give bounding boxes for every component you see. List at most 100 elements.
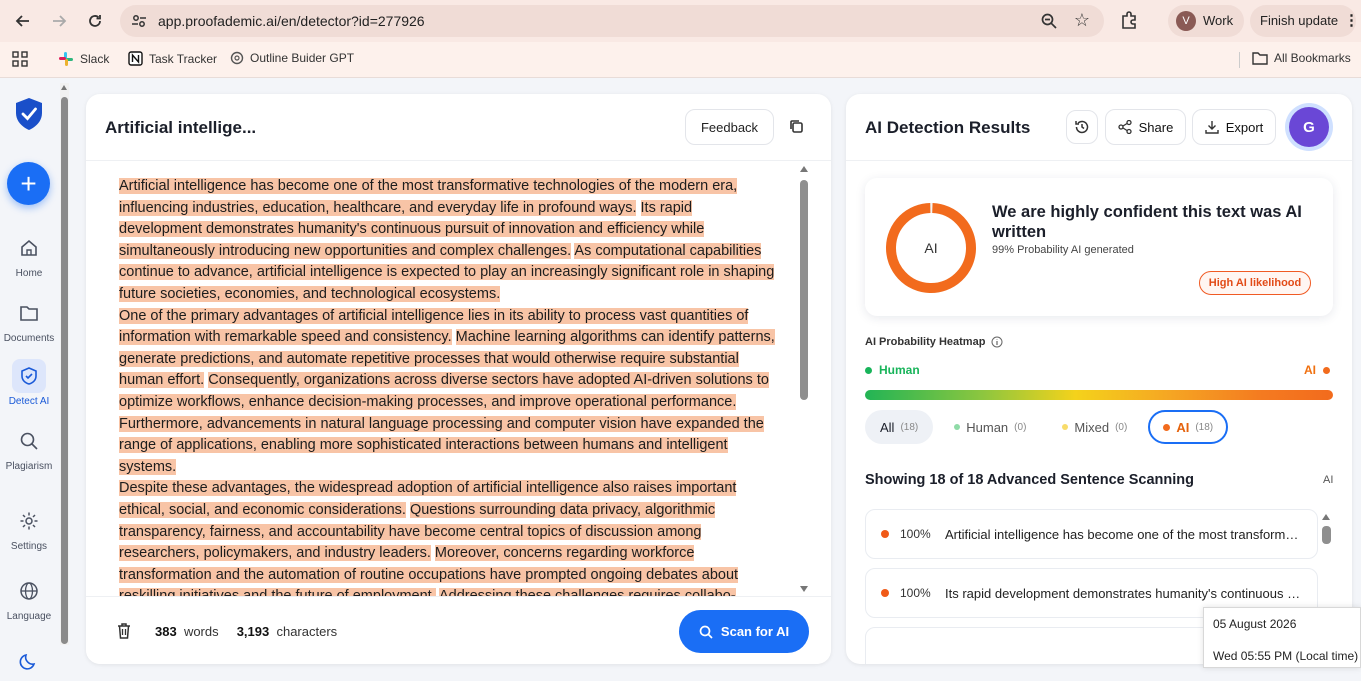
download-icon bbox=[1205, 121, 1219, 134]
gear-icon bbox=[12, 504, 46, 538]
info-icon[interactable] bbox=[991, 336, 1003, 348]
sidebar-item-plagiarism[interactable]: Plagiarism bbox=[0, 424, 58, 472]
tab-count: (18) bbox=[900, 421, 919, 433]
scan-for-ai-button[interactable]: Scan for AI bbox=[679, 610, 809, 653]
clock-popup: 05 August 2026 Wed 05:55 PM (Local time) bbox=[1203, 607, 1361, 668]
scrollbar-thumb[interactable] bbox=[1322, 526, 1331, 544]
likelihood-badge: High AI likelihood bbox=[1199, 271, 1311, 295]
browser-toolbar: app.proofademic.ai/en/detector?id=277926… bbox=[0, 0, 1361, 42]
profile-chip[interactable]: V Work bbox=[1168, 5, 1244, 37]
copy-icon[interactable] bbox=[786, 116, 808, 138]
showing-count: Showing 18 of 18 Advanced Sentence Scann… bbox=[865, 472, 1195, 488]
feedback-button[interactable]: Feedback bbox=[685, 109, 774, 145]
page-scrollbar[interactable] bbox=[60, 83, 69, 645]
sentence-text: Artificial intelligence has become one o… bbox=[945, 526, 1303, 542]
tab-human[interactable]: Human (0) bbox=[939, 410, 1041, 444]
apps-grid-icon[interactable] bbox=[12, 51, 28, 67]
document-title[interactable]: Artificial intellige... bbox=[105, 118, 256, 138]
sentence-item[interactable]: 100% Artificial intelligence has become … bbox=[865, 509, 1318, 559]
sidebar-item-home[interactable]: Home bbox=[0, 231, 58, 279]
sidebar-item-settings[interactable]: Settings bbox=[0, 504, 58, 552]
export-label: Export bbox=[1225, 119, 1264, 135]
zoom-icon[interactable] bbox=[1040, 12, 1058, 35]
tab-label: AI bbox=[1176, 419, 1190, 435]
finish-update-button[interactable]: Finish update ⋮ bbox=[1250, 5, 1359, 37]
scrollbar-thumb[interactable] bbox=[61, 97, 68, 644]
reload-icon[interactable] bbox=[82, 8, 108, 34]
sidebar-item-detect-ai[interactable]: Detect AI bbox=[0, 359, 58, 407]
app-sidebar: + Home Documents Detect AI Plagiarism Se… bbox=[0, 79, 58, 670]
url-text[interactable]: app.proofademic.ai/en/detector?id=277926 bbox=[158, 13, 425, 29]
slack-icon bbox=[59, 52, 73, 66]
showing-tag: AI bbox=[1323, 474, 1334, 486]
document-text-area[interactable]: Artificial intelligence has become one o… bbox=[119, 176, 779, 596]
filter-tabs: All (18) Human (0) Mixed (0) AI (18) bbox=[865, 410, 1229, 444]
scroll-down-arrow[interactable] bbox=[800, 586, 808, 592]
app-logo-shield-icon[interactable] bbox=[14, 97, 44, 136]
confidence-headline: We are highly confident this text was AI… bbox=[992, 203, 1302, 241]
heatmap-human-text: Human bbox=[879, 363, 920, 377]
bookmark-task-tracker[interactable]: Task Tracker bbox=[128, 51, 217, 66]
share-button[interactable]: Share bbox=[1105, 109, 1186, 145]
more-menu-icon[interactable]: ⋮ bbox=[1344, 11, 1359, 29]
forward-icon[interactable] bbox=[46, 8, 72, 34]
ai-dot bbox=[1323, 366, 1330, 374]
share-icon bbox=[1117, 120, 1132, 134]
trash-icon[interactable] bbox=[117, 623, 131, 644]
char-unit: characters bbox=[276, 624, 338, 639]
dark-mode-toggle[interactable] bbox=[0, 644, 58, 681]
highlighted-sentence[interactable]: Consequently, organizations across diver… bbox=[119, 372, 769, 410]
highlighted-sentence[interactable]: Addressing these challenges requires col… bbox=[438, 588, 736, 596]
tab-all[interactable]: All (18) bbox=[865, 410, 934, 444]
sidebar-item-language[interactable]: Language bbox=[0, 574, 58, 622]
new-document-button[interactable]: + bbox=[7, 162, 50, 205]
folder-icon bbox=[1252, 52, 1268, 65]
sidebar-item-documents[interactable]: Documents bbox=[0, 296, 58, 344]
scroll-up-arrow[interactable] bbox=[1322, 514, 1330, 520]
sentence-percent: 100% bbox=[900, 527, 931, 541]
editor-scrollbar[interactable] bbox=[800, 164, 808, 594]
site-settings-icon[interactable] bbox=[130, 12, 148, 30]
globe-icon bbox=[12, 574, 46, 608]
extensions-icon[interactable] bbox=[1119, 9, 1141, 36]
probability-text: 99% Probability AI generated bbox=[992, 244, 1134, 256]
bookmark-slack[interactable]: Slack bbox=[58, 51, 109, 67]
sentence-text: Its rapid development demonstrates human… bbox=[945, 585, 1303, 601]
human-dot bbox=[865, 366, 872, 374]
export-button[interactable]: Export bbox=[1192, 109, 1276, 145]
moon-icon bbox=[12, 644, 46, 678]
share-label: Share bbox=[1138, 119, 1174, 135]
tab-mixed[interactable]: Mixed (0) bbox=[1047, 410, 1142, 444]
bookmark-label: Outline Buider GPT bbox=[250, 51, 355, 65]
clock-date: 05 August 2026 bbox=[1213, 617, 1297, 631]
bookmark-outline-builder[interactable]: Outline Buider GPT bbox=[230, 51, 354, 65]
scroll-up-arrow[interactable] bbox=[800, 166, 808, 172]
sidebar-label: Settings bbox=[10, 541, 48, 552]
sidebar-label: Detect AI bbox=[8, 396, 50, 407]
tab-ai[interactable]: AI (18) bbox=[1148, 410, 1229, 444]
bookmark-label: Task Tracker bbox=[149, 51, 218, 66]
folder-icon bbox=[12, 296, 46, 330]
back-icon[interactable] bbox=[10, 8, 36, 34]
editor-panel: Artificial intellige... Feedback Artific… bbox=[86, 94, 831, 664]
highlighted-sentence[interactable]: Furthermore, advancements in natural lan… bbox=[119, 415, 764, 475]
bookmark-star-icon[interactable]: ☆ bbox=[1074, 10, 1090, 31]
history-button[interactable] bbox=[1066, 110, 1098, 144]
text-paragraph: One of the primary advantages of artific… bbox=[119, 306, 779, 479]
search-icon bbox=[12, 424, 46, 458]
scroll-up-arrow[interactable] bbox=[61, 85, 67, 90]
results-title: AI Detection Results bbox=[865, 118, 1031, 137]
address-bar[interactable]: app.proofademic.ai/en/detector?id=277926… bbox=[120, 5, 1104, 37]
sentence-percent: 100% bbox=[900, 586, 931, 600]
word-count: 383 bbox=[155, 624, 177, 639]
all-bookmarks[interactable]: All Bookmarks bbox=[1252, 51, 1351, 65]
scrollbar-thumb[interactable] bbox=[800, 180, 808, 400]
confidence-card: AI We are highly confident this text was… bbox=[865, 178, 1333, 316]
sidebar-label: Plagiarism bbox=[5, 461, 53, 472]
ai-probability-donut: AI bbox=[886, 203, 976, 293]
user-avatar[interactable]: G bbox=[1289, 107, 1329, 147]
tab-count: (0) bbox=[1115, 421, 1128, 433]
notion-icon bbox=[128, 51, 143, 66]
heatmap-ai-label: AI bbox=[1304, 363, 1330, 377]
home-icon bbox=[12, 231, 46, 265]
